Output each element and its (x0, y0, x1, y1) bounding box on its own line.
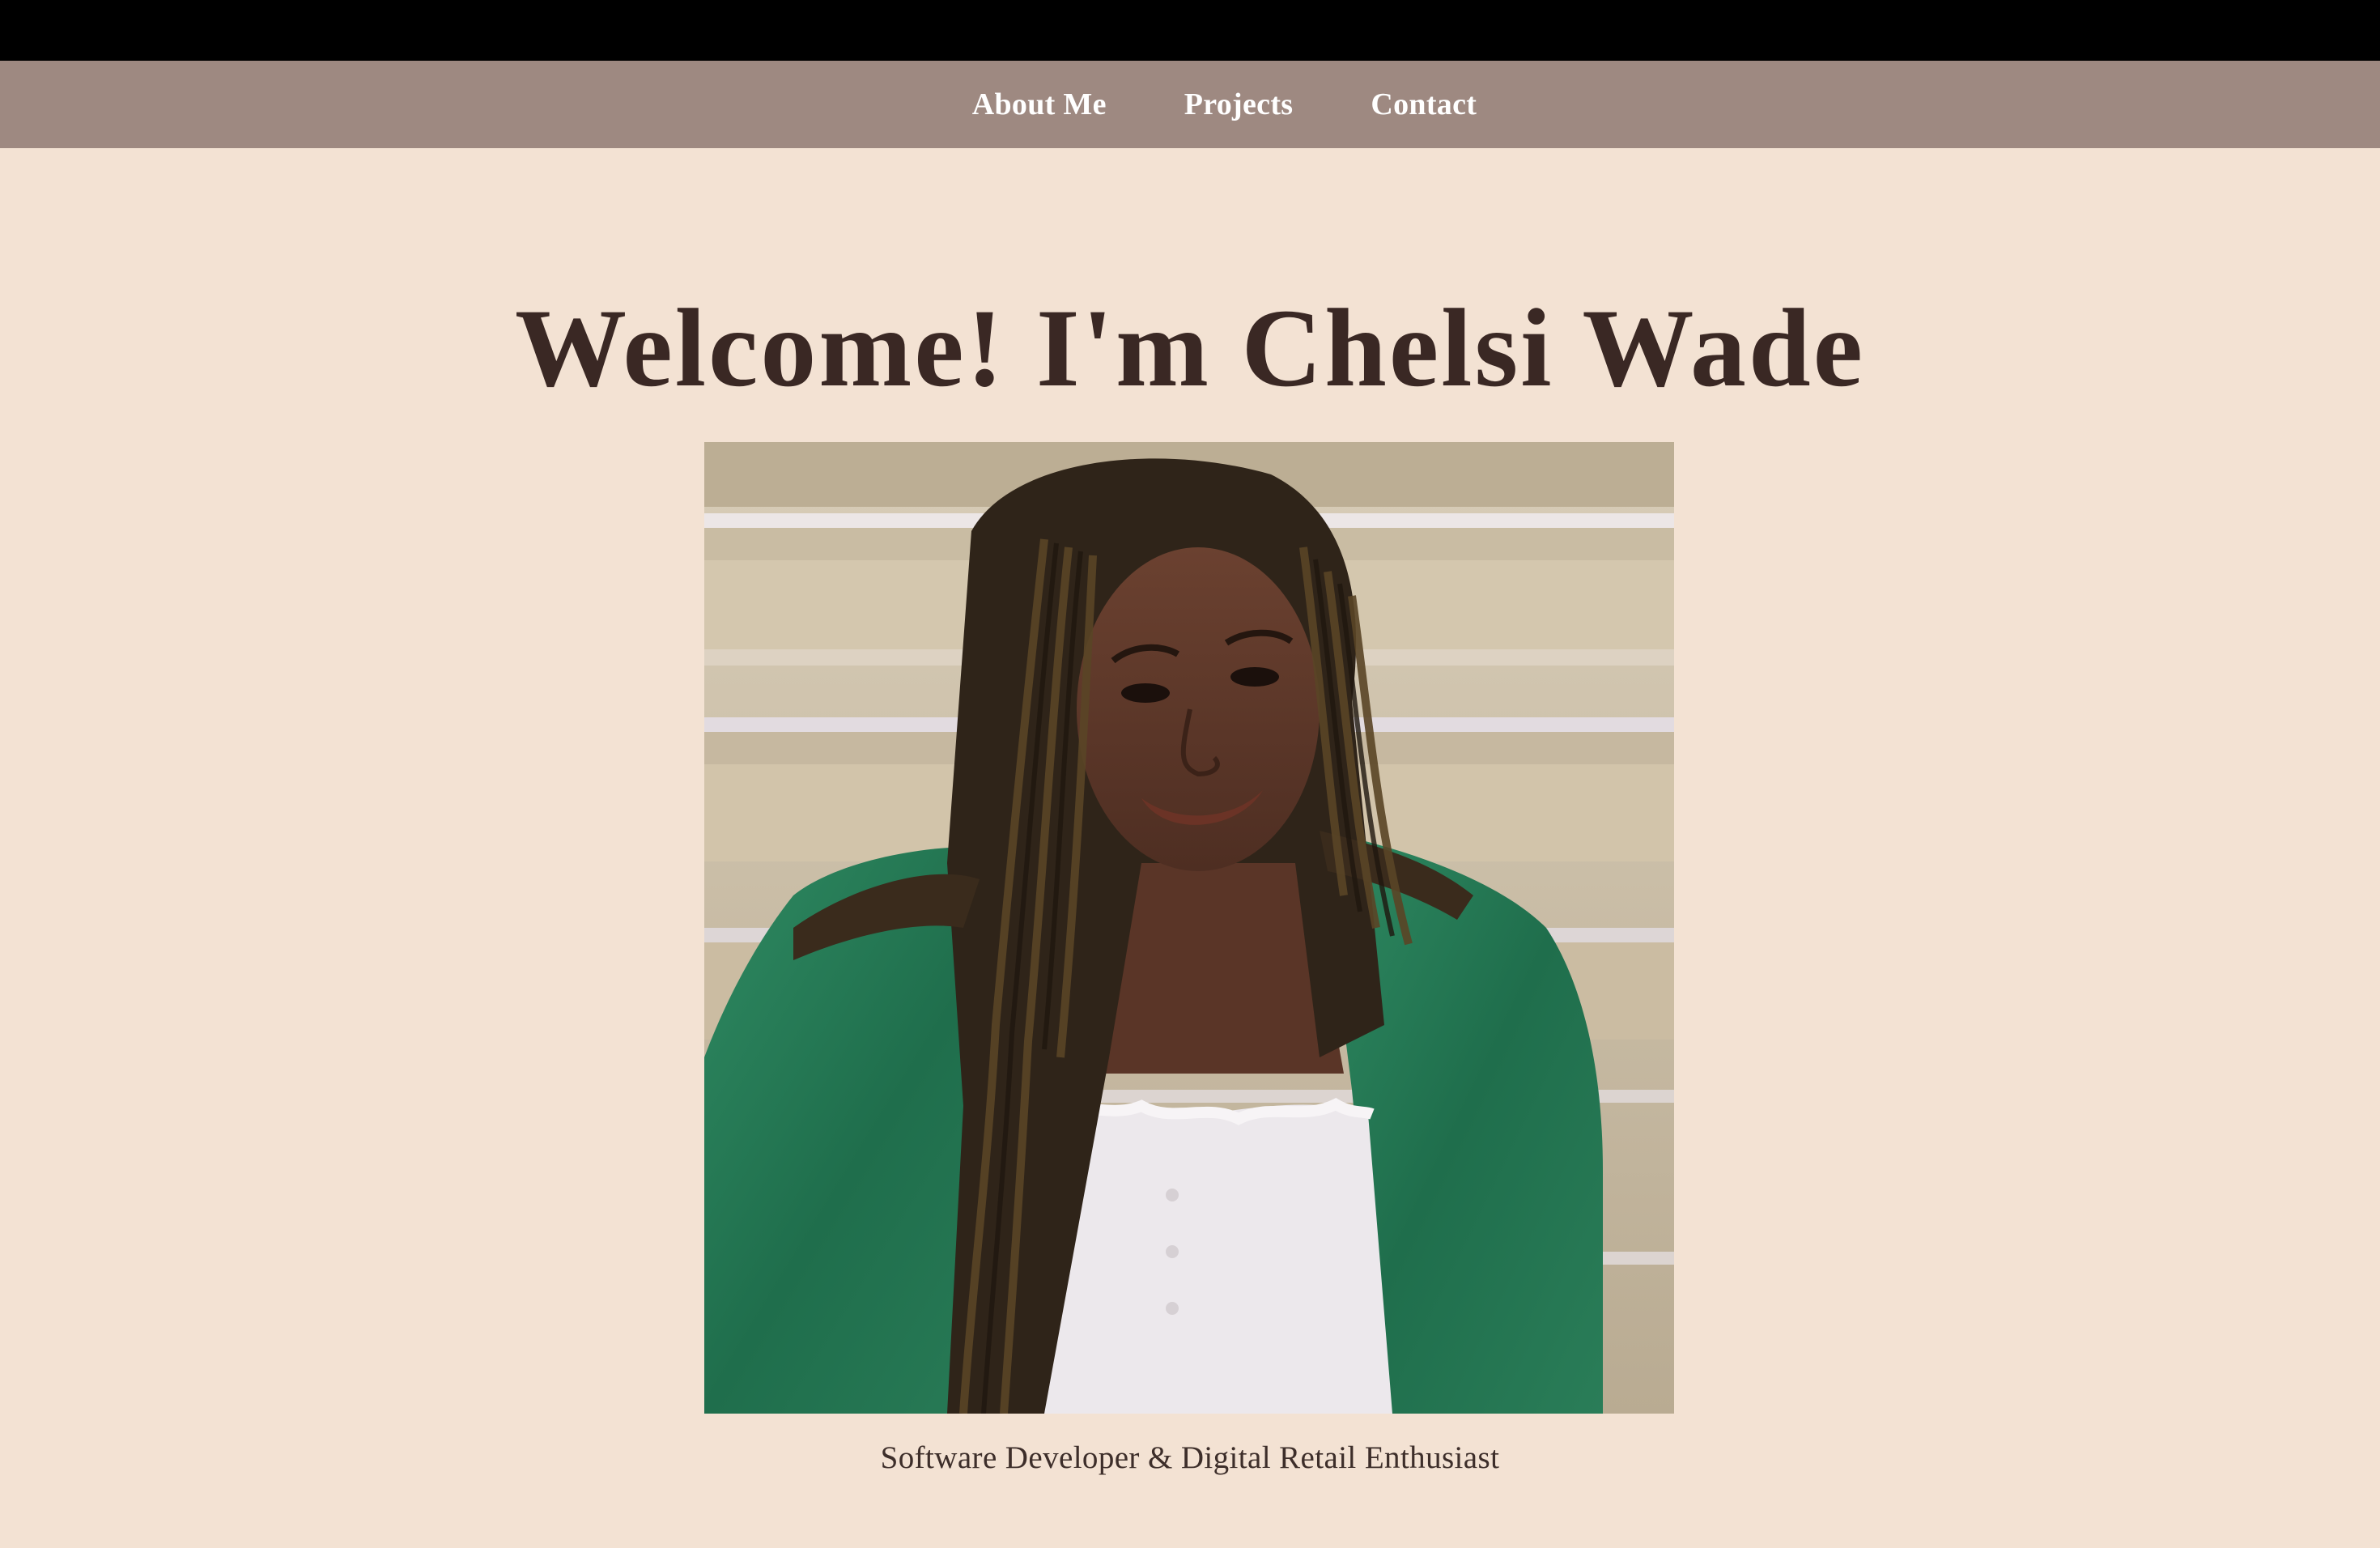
nav-link-projects[interactable]: Projects (1184, 87, 1294, 122)
site-navbar: About Me Projects Contact (0, 61, 2380, 148)
nav-link-about-me[interactable]: About Me (972, 87, 1107, 122)
nav-link-contact[interactable]: Contact (1371, 87, 1477, 122)
browser-top-bar (0, 0, 2380, 61)
profile-photo (704, 442, 1674, 1414)
hero-tagline: Software Developer & Digital Retail Enth… (880, 1440, 1500, 1475)
nav-menu: About Me Projects Contact (972, 87, 1477, 122)
hero-title: Welcome! I'm Chelsi Wade (515, 286, 1865, 410)
